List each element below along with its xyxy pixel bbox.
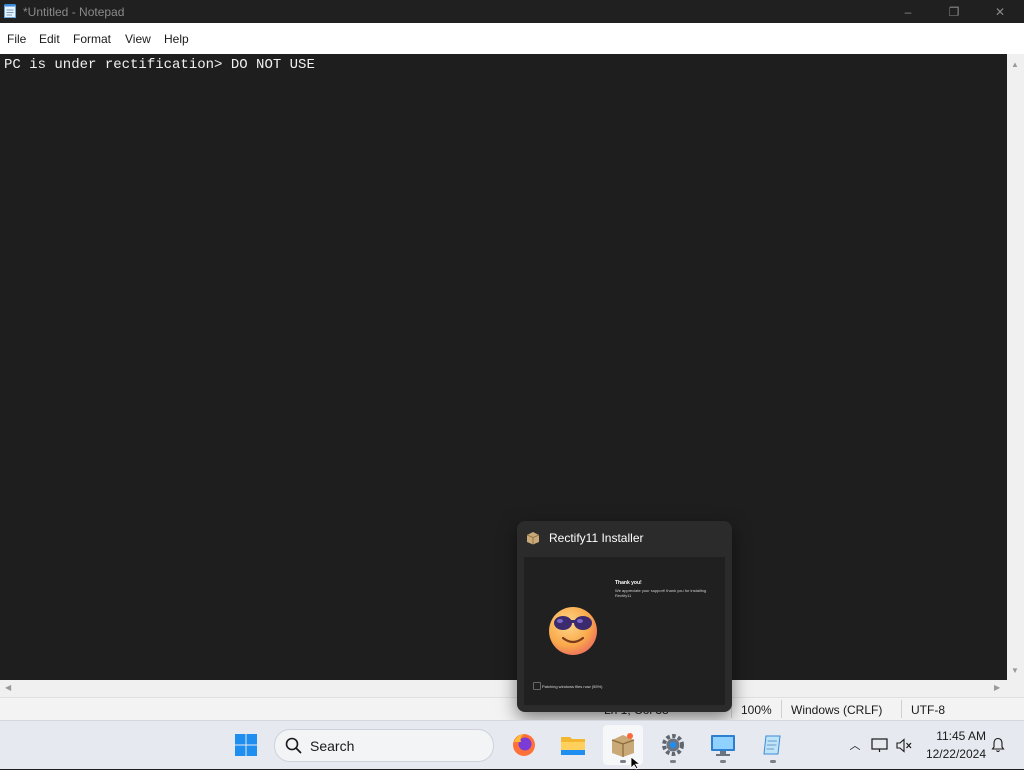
taskbar-app-notepad[interactable] [753, 725, 793, 765]
preview-thumbnail[interactable]: Thank you! We appreciate your support! t… [524, 557, 725, 705]
preview-status: Patching windows files now (55%) [542, 684, 603, 689]
package-box-icon [526, 532, 540, 545]
show-hidden-icons-button[interactable]: ︿ [846, 721, 864, 769]
text-editor[interactable]: PC is under rectification> DO NOT USE [0, 54, 1007, 680]
menu-file[interactable]: File [7, 32, 26, 46]
search-placeholder: Search [310, 738, 355, 754]
taskbar: Search ︿ 11:45 AM 12/22/2024 [0, 720, 1024, 770]
taskbar-search[interactable]: Search [274, 729, 494, 762]
taskbar-app-firefox[interactable] [504, 725, 544, 765]
minimize-icon: – [904, 4, 912, 19]
monitor-icon [711, 735, 735, 756]
notepad-icon [4, 4, 16, 18]
folder-icon [561, 737, 585, 755]
scroll-down-icon[interactable]: ▼ [1011, 666, 1019, 675]
windows-start-icon [235, 734, 257, 756]
taskbar-clock[interactable]: 11:45 AM 12/22/2024 [914, 727, 986, 763]
sunglasses-emoji-icon [549, 607, 597, 655]
speaker-muted-icon [895, 737, 911, 753]
horizontal-scrollbar[interactable]: ◀ ▶ [0, 680, 1007, 697]
running-indicator [720, 760, 726, 763]
preview-title: Rectify11 Installer [549, 531, 644, 545]
vertical-scrollbar[interactable]: ▲ ▼ [1007, 54, 1024, 680]
package-box-icon [611, 733, 635, 757]
status-divider [901, 700, 902, 718]
restore-icon: ❐ [948, 4, 960, 19]
status-divider [781, 700, 782, 718]
line-ending: Windows (CRLF) [791, 703, 883, 717]
encoding: UTF-8 [911, 703, 945, 717]
scrollbar-corner [1007, 680, 1024, 697]
clock-date: 12/22/2024 [925, 747, 986, 761]
scroll-up-icon[interactable]: ▲ [1011, 60, 1019, 69]
gear-icon [662, 734, 684, 756]
taskbar-app-settings[interactable] [653, 725, 693, 765]
display-icon [870, 737, 888, 752]
progress-indicator [533, 682, 541, 690]
editor-content[interactable]: PC is under rectification> DO NOT USE [4, 57, 315, 73]
tray-volume-button[interactable] [894, 721, 914, 769]
preview-message: We appreciate your support! thank you fo… [615, 588, 707, 598]
window-title: *Untitled - Notepad [23, 5, 125, 19]
status-bar: Ln 1, Col 38 100% Windows (CRLF) UTF-8 [0, 697, 1024, 721]
menu-edit[interactable]: Edit [39, 32, 60, 46]
taskbar-app-file-explorer[interactable] [553, 725, 593, 765]
running-indicator [670, 760, 676, 763]
taskbar-app-control-panel[interactable] [703, 725, 743, 765]
search-icon [285, 737, 302, 754]
running-indicator [770, 760, 776, 763]
restore-button[interactable]: ❐ [931, 0, 977, 23]
close-icon: ✕ [994, 4, 1006, 19]
menu-format[interactable]: Format [73, 32, 111, 46]
notepad-icon [763, 735, 781, 755]
start-button[interactable] [226, 725, 266, 765]
menu-help[interactable]: Help [164, 32, 189, 46]
taskbar-preview[interactable]: Rectify11 Installer Thank you! We apprec… [517, 521, 732, 712]
title-bar: *Untitled - Notepad – ❐ ✕ [0, 0, 1024, 23]
firefox-icon [513, 734, 535, 756]
bell-icon [991, 737, 1005, 753]
scroll-left-icon[interactable]: ◀ [5, 683, 11, 692]
notifications-button[interactable] [989, 721, 1007, 769]
active-indicator [620, 760, 626, 763]
menu-bar: File Edit Format View Help [0, 23, 1024, 54]
preview-heading: Thank you! [615, 580, 642, 586]
close-button[interactable]: ✕ [977, 0, 1023, 23]
chevron-up-icon: ︿ [849, 740, 861, 752]
clock-time: 11:45 AM [936, 729, 986, 743]
zoom-level: 100% [741, 703, 772, 717]
tray-display-button[interactable] [869, 721, 889, 769]
scroll-right-icon[interactable]: ▶ [994, 683, 1000, 692]
menu-view[interactable]: View [125, 32, 151, 46]
minimize-button[interactable]: – [885, 0, 931, 23]
